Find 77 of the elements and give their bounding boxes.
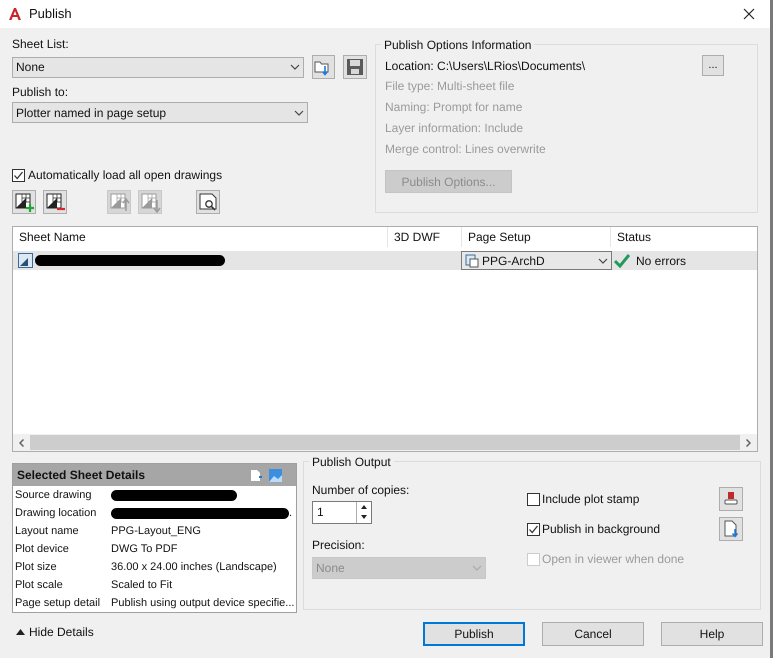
app-logo-icon xyxy=(8,7,22,21)
chevron-down-icon xyxy=(598,258,608,264)
detail-label: Source drawing xyxy=(15,488,92,503)
detail-value: . xyxy=(289,506,292,521)
field-label: Precision: xyxy=(312,537,366,553)
dialog-button[interactable]: Help xyxy=(661,622,763,646)
detail-value: 36.00 x 24.00 inches (Landscape) xyxy=(111,560,277,575)
checkbox[interactable] xyxy=(12,168,25,182)
background-publish-button[interactable] xyxy=(719,517,743,541)
chevron-down-icon xyxy=(472,565,482,571)
column-header[interactable]: Page Setup xyxy=(462,228,537,246)
sheet-icon xyxy=(18,253,33,268)
plot-stamp-button[interactable] xyxy=(719,487,743,511)
dialog-button[interactable]: Cancel xyxy=(542,622,644,646)
move-up-icon xyxy=(108,191,130,213)
column-header[interactable]: Status xyxy=(611,228,658,246)
checkbox-label: Include plot stamp xyxy=(542,491,640,508)
scroll-left-icon[interactable] xyxy=(19,438,24,446)
image-icon xyxy=(269,468,282,482)
page-setup-icon xyxy=(465,254,479,268)
info-line: Merge control: Lines overwrite xyxy=(385,141,546,158)
scroll-right-icon[interactable] xyxy=(746,438,751,446)
sheet-list-dropdown[interactable]: None xyxy=(12,56,304,78)
detail-label: Drawing location xyxy=(15,506,98,521)
hide-details-button[interactable]: Hide Details xyxy=(12,623,98,641)
chevron-down-icon xyxy=(294,110,304,116)
detail-label: Plot device xyxy=(15,542,70,557)
status-text: No errors xyxy=(636,252,686,270)
sheet-tool-button[interactable] xyxy=(196,190,220,214)
dialog-button[interactable]: Publish xyxy=(423,622,525,646)
checkbox[interactable] xyxy=(527,492,540,506)
chevron-down-icon xyxy=(290,64,300,70)
detail-value: DWG To PDF xyxy=(111,542,178,557)
horizontal-scrollbar[interactable] xyxy=(13,434,757,451)
remove-sheet-icon xyxy=(44,191,66,213)
detail-value: PPG-Layout_ENG xyxy=(111,524,201,539)
copies-spinner[interactable]: 1 xyxy=(312,501,372,524)
scrollbar-thumb[interactable] xyxy=(30,435,740,450)
detail-value: Scaled to Fit xyxy=(111,578,172,593)
field-label: Sheet List: xyxy=(12,36,70,52)
sheet-tool-button[interactable] xyxy=(12,190,36,214)
document-download-icon xyxy=(723,520,739,538)
detail-label: Page setup detail xyxy=(15,596,102,611)
window-title: Publish xyxy=(29,5,72,24)
info-line: Layer information: Include xyxy=(385,120,524,137)
document-icon xyxy=(250,468,262,482)
move-down-icon xyxy=(139,191,161,213)
checkbox-label: Open in viewer when done xyxy=(542,551,686,568)
detail-label: Layout name xyxy=(15,524,80,539)
close-icon xyxy=(743,8,755,20)
checkbox-label: Automatically load all open drawings xyxy=(28,167,222,184)
details-title: Selected Sheet Details xyxy=(17,467,146,484)
info-line: File type: Multi-sheet file xyxy=(385,78,514,95)
triangle-up-icon xyxy=(16,629,25,635)
load-sheet-list-button[interactable] xyxy=(312,55,336,79)
publish-to-dropdown[interactable]: Plotter named in page setup xyxy=(12,102,308,123)
column-header[interactable]: 3D DWF xyxy=(388,228,446,246)
browse-button[interactable]: ... xyxy=(702,55,724,76)
column-header[interactable]: Sheet Name xyxy=(13,228,92,246)
add-sheet-icon xyxy=(13,191,35,213)
checkbox-label: Publish in background xyxy=(542,521,662,538)
field-label: Number of copies: xyxy=(312,482,410,498)
detail-label: Plot scale xyxy=(15,578,64,593)
preview-icon xyxy=(197,191,219,213)
page-setup-dropdown[interactable]: PPG-ArchD xyxy=(461,251,612,270)
checkbox[interactable] xyxy=(527,522,540,536)
detail-value: Publish using output device specifie... xyxy=(111,596,294,611)
checkmark-icon xyxy=(614,254,630,268)
save-sheet-list-button[interactable] xyxy=(343,55,367,79)
detail-label: Plot size xyxy=(15,560,58,575)
location-text: Location: C:\Users\LRios\Documents\ xyxy=(385,58,586,74)
field-label: Publish to: xyxy=(12,84,70,100)
save-icon xyxy=(346,58,364,76)
sheet-row[interactable]: PPG-ArchD No errors xyxy=(13,251,757,270)
sheet-tool-button[interactable] xyxy=(43,190,67,214)
info-line: Naming: Prompt for name xyxy=(385,99,522,116)
stamp-icon xyxy=(723,491,739,507)
